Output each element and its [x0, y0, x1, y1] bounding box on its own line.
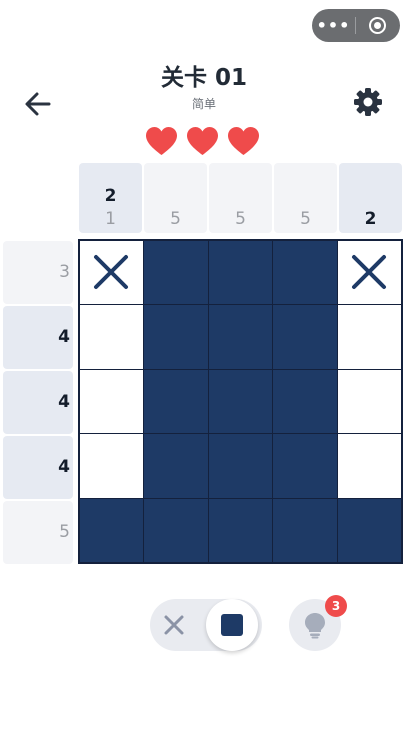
empty-cell[interactable]	[337, 434, 401, 498]
filled-cell[interactable]	[208, 434, 273, 498]
column-clue-number: 2	[364, 209, 377, 229]
empty-cell[interactable]	[80, 369, 144, 434]
filled-cell[interactable]	[144, 498, 208, 562]
gear-icon	[354, 88, 382, 116]
miniprogram-capsule: •••	[312, 9, 400, 42]
column-clue: 21	[79, 163, 142, 233]
more-menu-icon[interactable]: •••	[312, 16, 355, 35]
column-clue-number: 5	[170, 209, 181, 229]
filled-cell[interactable]	[144, 434, 208, 498]
filled-cell[interactable]	[273, 241, 337, 305]
filled-cell[interactable]	[208, 241, 273, 305]
crossed-cell[interactable]	[337, 241, 401, 305]
target-icon	[369, 17, 386, 34]
filled-cell[interactable]	[208, 369, 273, 434]
column-clue-number: 5	[235, 209, 246, 229]
lives-display	[144, 125, 261, 157]
column-clue-number: 2	[104, 186, 117, 206]
filled-cell[interactable]	[144, 305, 208, 369]
heart-icon	[187, 127, 218, 155]
filled-cell[interactable]	[144, 369, 208, 434]
column-clue: 2	[339, 163, 402, 233]
row-clue: 3	[3, 241, 73, 304]
row-clue: 5	[3, 501, 73, 564]
puzzle-grid	[78, 239, 403, 564]
lightbulb-icon	[305, 613, 325, 639]
x-icon	[351, 255, 386, 289]
column-clue-numbers: 5	[144, 208, 207, 231]
column-clue: 5	[209, 163, 272, 233]
cross-mode-icon[interactable]	[162, 613, 186, 637]
row-clue-number: 5	[59, 522, 70, 542]
heart-icon	[146, 127, 177, 155]
difficulty-label: 简单	[191, 97, 216, 111]
x-icon	[94, 255, 128, 289]
row-clue: 4	[3, 436, 73, 499]
empty-cell[interactable]	[337, 369, 401, 434]
row-clue-number: 4	[58, 327, 70, 347]
row-clue-number: 3	[59, 262, 70, 282]
fill-mode-button[interactable]	[206, 599, 258, 651]
column-clue-numbers: 5	[209, 208, 272, 231]
row-clue-number: 4	[58, 457, 70, 477]
empty-cell[interactable]	[80, 434, 144, 498]
row-clue: 4	[3, 306, 73, 369]
row-clue: 4	[3, 371, 73, 434]
settings-button[interactable]	[351, 85, 385, 119]
mode-toggle[interactable]	[150, 599, 262, 651]
filled-square-icon	[221, 614, 243, 636]
filled-cell[interactable]	[144, 241, 208, 305]
filled-cell[interactable]	[273, 369, 337, 434]
column-clue-numbers: 2	[339, 208, 402, 231]
column-clue: 5	[274, 163, 337, 233]
filled-cell[interactable]	[273, 305, 337, 369]
filled-cell[interactable]	[273, 498, 337, 562]
column-clue-numbers: 21	[79, 185, 142, 231]
hint-count-badge: 3	[325, 595, 347, 617]
filled-cell[interactable]	[337, 498, 401, 562]
crossed-cell[interactable]	[80, 241, 144, 305]
filled-cell[interactable]	[208, 498, 273, 562]
row-clue-number: 4	[58, 392, 70, 412]
heart-icon	[228, 127, 259, 155]
filled-cell[interactable]	[80, 498, 144, 562]
level-title: 关卡 01	[160, 65, 247, 91]
column-clue-number: 5	[300, 209, 311, 229]
column-clue-numbers: 5	[274, 208, 337, 231]
empty-cell[interactable]	[80, 305, 144, 369]
filled-cell[interactable]	[273, 434, 337, 498]
column-clue: 5	[144, 163, 207, 233]
close-miniprogram-button[interactable]	[356, 17, 399, 34]
empty-cell[interactable]	[337, 305, 401, 369]
filled-cell[interactable]	[208, 305, 273, 369]
column-clue-number: 1	[105, 209, 116, 229]
